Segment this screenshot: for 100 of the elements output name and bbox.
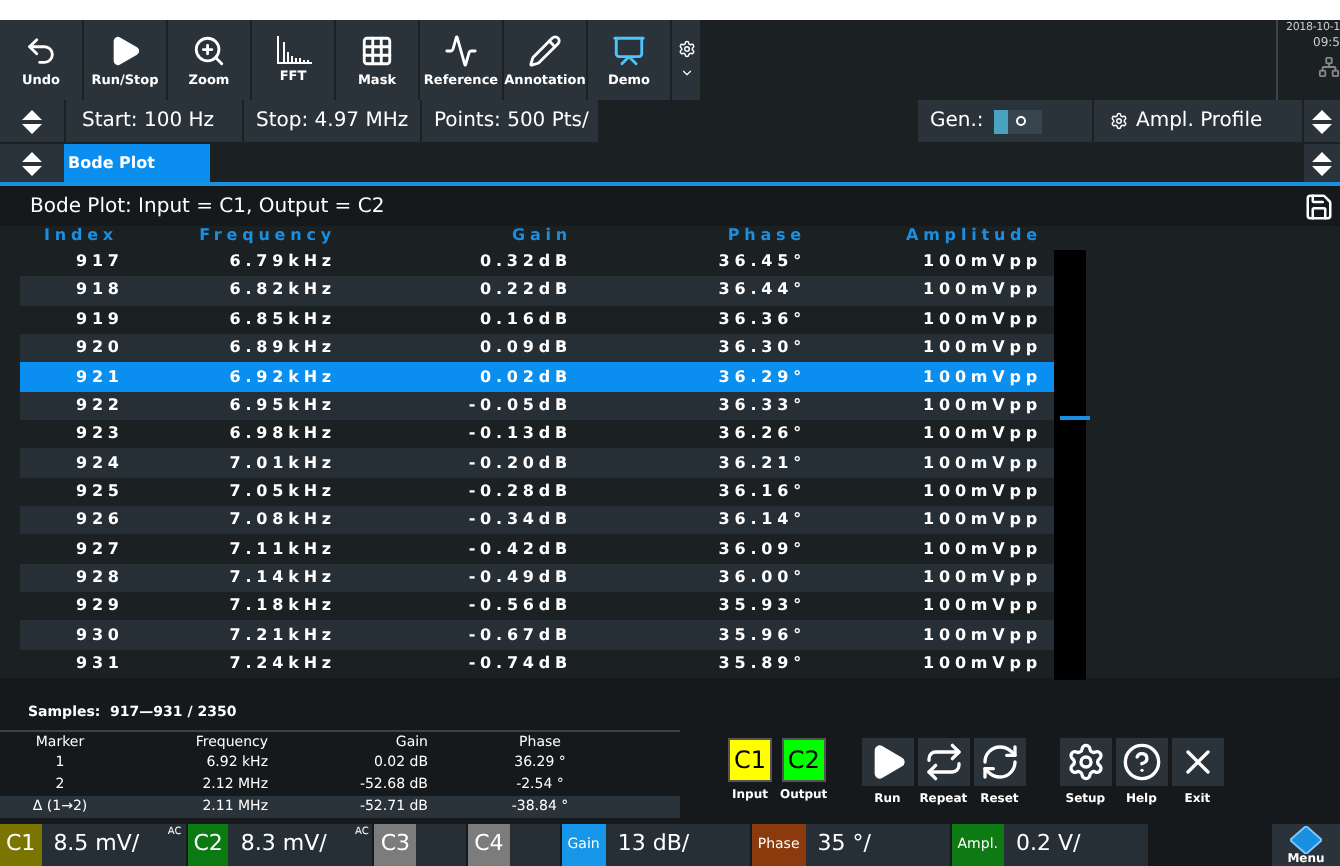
- channel-scale-panel[interactable]: 35 °/: [805, 824, 950, 866]
- table-row[interactable]: 924 7.01kHz -0.20dB 36.21° 100mVpp: [20, 448, 1054, 478]
- scale-value: 0.2 V/: [1016, 828, 1081, 861]
- scrollbar[interactable]: [1054, 250, 1086, 680]
- table-cell-text: 6.95kHz: [227, 397, 338, 414]
- channel-button[interactable]: C1: [728, 738, 772, 782]
- up-down-arrows-icon[interactable]: [22, 109, 42, 133]
- table-cell-text: 36.14°: [716, 512, 808, 529]
- table-cell-text: 36.00°: [716, 569, 808, 586]
- action-button[interactable]: [1059, 738, 1112, 786]
- table-cell-text: 6.85kHz: [227, 311, 338, 328]
- column-header: Index: [42, 228, 120, 245]
- table-cell-text: -0.34dB: [466, 512, 574, 529]
- help-icon: [1121, 742, 1162, 782]
- table-cell-text: 0.16dB: [478, 311, 574, 328]
- table-cell-text: 0.09dB: [478, 340, 574, 357]
- table-row[interactable]: 929 7.18kHz -0.56dB 35.93° 100mVpp: [20, 592, 1054, 621]
- table-cell-text: 6.82kHz: [227, 282, 338, 299]
- waveform-icon: [444, 33, 478, 68]
- table-cell-text: 36.26°: [716, 426, 808, 443]
- table-cell-text: 100mVpp: [921, 340, 1044, 357]
- channel-label[interactable]: C4: [468, 824, 510, 866]
- table-cell-text: -0.05dB: [466, 397, 574, 414]
- table-cell-text: 35.96°: [716, 627, 808, 644]
- table-cell-text: 6.79kHz: [227, 254, 338, 271]
- column-header: Frequency: [197, 228, 338, 245]
- channel-scale-panel[interactable]: 13 dB/: [605, 824, 750, 866]
- table-cell-text: 100mVpp: [921, 311, 1044, 328]
- column-header: Amplitude: [903, 228, 1044, 245]
- table-row[interactable]: 919 6.85kHz 0.16dB 36.36° 100mVpp: [20, 305, 1054, 334]
- zoom-icon: [192, 33, 226, 68]
- action-button[interactable]: [1171, 738, 1224, 786]
- table-cell-text: 100mVpp: [921, 282, 1044, 299]
- table-cell-text: 100mVpp: [921, 455, 1044, 472]
- table-cell-text: -0.28dB: [466, 483, 574, 500]
- stop-frequency-field[interactable]: Stop: 4.97 MHz: [244, 100, 420, 142]
- table-cell-text: 35.93°: [716, 598, 808, 615]
- table-cell-text: 921: [74, 369, 126, 385]
- column-header: Phase: [725, 228, 808, 245]
- up-down-arrows-icon[interactable]: [1312, 109, 1332, 133]
- channel-button[interactable]: C2: [781, 738, 826, 782]
- channel-scale-panel[interactable]: 0.2 V/: [1004, 824, 1148, 866]
- table-cell-text: 7.21kHz: [227, 627, 338, 644]
- network-icon: [1318, 56, 1340, 78]
- mask-grid-icon: [360, 33, 394, 68]
- action-button[interactable]: [1115, 738, 1168, 786]
- presentation-icon: [612, 33, 646, 68]
- scale-value: 35 °/: [817, 828, 871, 861]
- caret-icon: [679, 66, 693, 80]
- table-cell-text: 930: [74, 627, 126, 644]
- table-cell-text: 100mVpp: [921, 426, 1044, 443]
- action-button[interactable]: [861, 738, 914, 786]
- start-frequency-field[interactable]: Start: 100 Hz: [66, 100, 242, 142]
- settings-menu-button[interactable]: [672, 20, 700, 100]
- table-cell-text: -0.74dB: [466, 655, 574, 672]
- settings-icon: [1065, 742, 1106, 782]
- repeat-icon: [923, 742, 964, 782]
- table-cell-text: 0.02dB: [478, 369, 574, 385]
- table-cell-text: 100mVpp: [921, 254, 1044, 271]
- table-cell-text: 0.32dB: [478, 254, 574, 271]
- table-cell-text: 7.14kHz: [227, 569, 338, 586]
- table-cell-text: 100mVpp: [921, 483, 1044, 500]
- action-button[interactable]: [917, 738, 970, 786]
- table-cell-text: 919: [74, 311, 126, 328]
- channel-label[interactable]: C2: [187, 824, 229, 866]
- table-cell-text: 36.45°: [716, 254, 808, 271]
- table-cell-text: 925: [74, 483, 126, 500]
- generator-toggle[interactable]: [993, 109, 1042, 133]
- table-cell-text: 36.33°: [716, 397, 808, 414]
- table-row[interactable]: 920 6.89kHz 0.09dB 36.30° 100mVpp: [20, 333, 1054, 363]
- table-cell-text: 931: [74, 655, 126, 672]
- channel-label[interactable]: C3: [374, 824, 417, 866]
- table-cell-text: 926: [74, 512, 126, 529]
- table-row[interactable]: 922 6.95kHz -0.05dB 36.33° 100mVpp: [20, 391, 1054, 421]
- bar-spectrum-icon: [275, 36, 311, 65]
- table-row[interactable]: 923 6.98kHz -0.13dB 36.26° 100mVpp: [20, 420, 1054, 449]
- table-row[interactable]: 928 7.14kHz -0.49dB 36.00° 100mVpp: [20, 563, 1054, 593]
- generator-label: Gen.:: [930, 108, 984, 136]
- up-down-arrows-icon[interactable]: [1312, 151, 1332, 175]
- points-field[interactable]: Points: 500 Pts/: [422, 100, 598, 142]
- action-button[interactable]: [973, 738, 1026, 786]
- table-cell-text: 918: [74, 282, 126, 299]
- table-cell-text: 100mVpp: [921, 655, 1044, 672]
- scale-value: 13 dB/: [617, 828, 690, 861]
- table-row[interactable]: 917 6.79kHz 0.32dB 36.45° 100mVpp: [20, 247, 1054, 277]
- table-cell-text: 100mVpp: [921, 627, 1044, 644]
- table-cell-text: 917: [74, 254, 126, 271]
- table-row[interactable]: 930 7.21kHz -0.67dB 35.96° 100mVpp: [20, 620, 1054, 650]
- table-row[interactable]: 926 7.08kHz -0.34dB 36.14° 100mVpp: [20, 506, 1054, 535]
- save-icon[interactable]: [1304, 191, 1334, 221]
- up-down-arrows-icon[interactable]: [22, 151, 42, 175]
- table-cell-text: 100mVpp: [921, 569, 1044, 586]
- channel-label[interactable]: C1: [0, 824, 42, 866]
- table-row[interactable]: 918 6.82kHz 0.22dB 36.44° 100mVpp: [20, 276, 1054, 306]
- amplitude-profile-button[interactable]: Ampl. Profile: [1094, 100, 1302, 142]
- table-cell-text: 6.98kHz: [227, 426, 338, 443]
- table-cell-text: 100mVpp: [921, 369, 1044, 385]
- table-cell-text: 36.09°: [716, 541, 808, 558]
- scale-value: 8.3 mV/: [240, 828, 327, 861]
- table-cell-text: 923: [74, 426, 126, 443]
